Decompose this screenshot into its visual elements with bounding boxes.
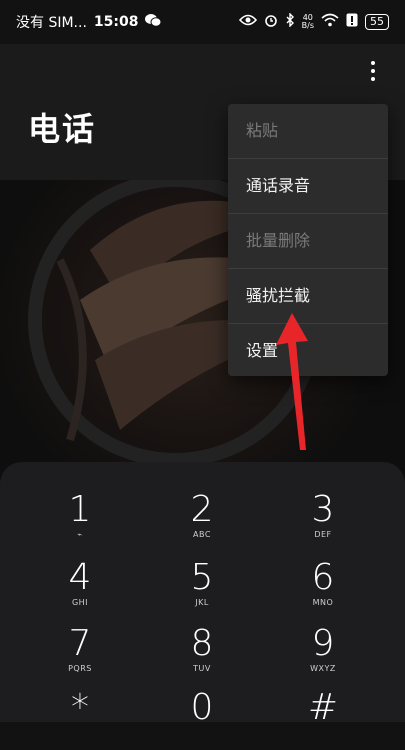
dialpad-key-hash[interactable]: # — [268, 688, 378, 750]
key-digit: 6 — [311, 557, 335, 598]
voicemail-icon: ⌁ — [77, 530, 83, 539]
key-digit: 8 — [190, 623, 214, 664]
key-letters: MNO — [312, 598, 334, 607]
key-letters: TUV — [193, 664, 211, 673]
dialpad-key-4[interactable]: 4 GHI — [25, 558, 135, 620]
key-letters: JKL — [195, 598, 209, 607]
alarm-icon — [264, 13, 278, 31]
key-digit: 2 — [190, 489, 214, 530]
dialpad-key-8[interactable]: 8 TUV — [147, 624, 257, 686]
status-right: 40 B/s 55 — [238, 12, 389, 31]
key-digit: 4 — [68, 557, 92, 598]
dialpad: 1 ⌁ 2 ABC 3 DEF 4 GHI 5 JKL 6 MNO 7 PQRS… — [0, 462, 405, 728]
menu-item-call-recording[interactable]: 通话录音 — [228, 159, 388, 214]
key-digit: * — [71, 687, 89, 728]
key-letters: PQRS — [68, 664, 92, 673]
key-letters: WXYZ — [310, 664, 336, 673]
page-title: 电话 — [28, 110, 97, 148]
key-digit: 0 — [190, 687, 214, 728]
status-bar: 没有 SIM... 15:08 40 B/s 55 — [0, 0, 405, 44]
dialpad-key-2[interactable]: 2 ABC — [147, 490, 257, 552]
wechat-icon — [145, 13, 162, 31]
menu-item-paste: 粘贴 — [228, 104, 388, 159]
sim-alert-icon — [346, 13, 358, 31]
dialpad-key-9[interactable]: 9 WXYZ — [268, 624, 378, 686]
dialpad-key-3[interactable]: 3 DEF — [268, 490, 378, 552]
key-digit: 7 — [68, 623, 92, 664]
dialpad-key-1[interactable]: 1 ⌁ — [25, 490, 135, 552]
key-letters: ABC — [193, 530, 211, 539]
dialpad-key-7[interactable]: 7 PQRS — [25, 624, 135, 686]
key-digit: 9 — [311, 623, 335, 664]
net-speed-unit: B/s — [301, 21, 314, 30]
dialpad-key-0[interactable]: 0 — [147, 688, 257, 750]
clock: 15:08 — [93, 14, 139, 30]
bluetooth-icon — [285, 12, 295, 31]
key-letters: GHI — [71, 598, 89, 607]
dialpad-key-5[interactable]: 5 JKL — [147, 558, 257, 620]
eye-icon — [238, 14, 257, 30]
wifi-icon — [321, 13, 339, 31]
battery-indicator: 55 — [365, 14, 389, 30]
annotation-arrow-icon — [276, 313, 308, 450]
more-options-icon[interactable] — [361, 56, 385, 86]
status-left: 没有 SIM... 15:08 — [16, 12, 162, 32]
carrier-text: 没有 SIM... — [16, 15, 87, 31]
key-digit: 5 — [190, 557, 214, 598]
key-letters: DEF — [314, 530, 332, 539]
menu-item-batch-delete: 批量删除 — [228, 214, 388, 269]
net-speed: 40 B/s — [302, 14, 314, 30]
key-digit: # — [307, 687, 339, 728]
dialpad-key-6[interactable]: 6 MNO — [268, 558, 378, 620]
key-digit: 3 — [311, 489, 335, 530]
key-digit: 1 — [68, 489, 92, 530]
dialpad-key-star[interactable]: * — [25, 688, 135, 750]
